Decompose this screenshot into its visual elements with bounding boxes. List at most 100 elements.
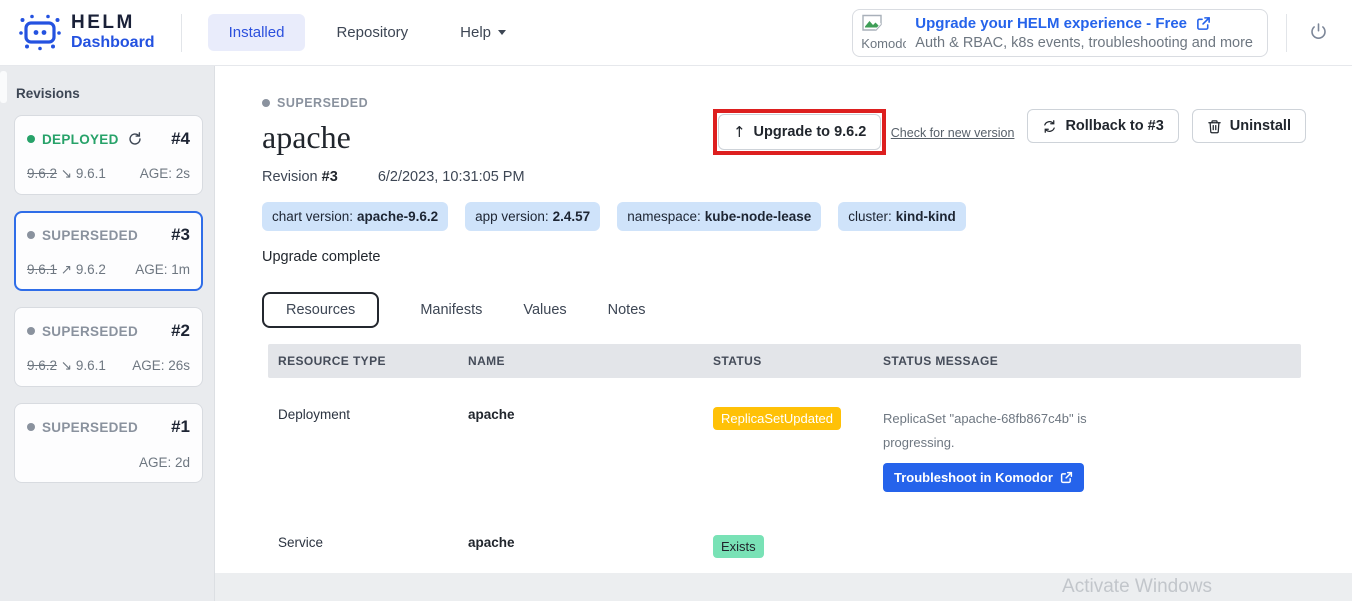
tab-manifests[interactable]: Manifests	[420, 302, 482, 318]
revision-card-3[interactable]: SUPERSEDED #3 9.6.1 ↗ 9.6.2 AGE: 1m	[14, 211, 203, 291]
version-to: 9.6.1	[76, 358, 106, 373]
resources-table: RESOURCE TYPE NAME STATUS STATUS MESSAGE…	[268, 344, 1301, 572]
main-area: SUPERSEDED apache Revision #3 6/2/2023, …	[215, 66, 1352, 601]
page-title: apache	[262, 119, 525, 156]
status-dot	[27, 135, 35, 143]
tab-notes[interactable]: Notes	[608, 302, 646, 318]
revisions-title: Revisions	[16, 86, 203, 101]
revisions-sidebar: Revisions DEPLOYED #4 9.6.2	[0, 66, 215, 601]
revision-age: AGE: 2d	[139, 455, 190, 470]
uninstall-button-label: Uninstall	[1230, 118, 1291, 134]
status-message-text: ReplicaSet "apache-68fb867c4b" is progre…	[883, 407, 1101, 455]
badge-label: app version:	[475, 209, 549, 224]
status-message-cell: ReplicaSet "apache-68fb867c4b" is progre…	[883, 407, 1301, 492]
revision-status: SUPERSEDED	[27, 324, 138, 339]
version-from: 9.6.1	[27, 262, 57, 277]
header-divider-2	[1286, 14, 1287, 52]
table-row-service: Service apache Exists	[268, 521, 1301, 572]
release-detail-panel: SUPERSEDED apache Revision #3 6/2/2023, …	[215, 66, 1352, 573]
komodor-banner[interactable]: Komodor Upgrade your HELM experience - F…	[852, 9, 1268, 57]
upgrade-button-label: Upgrade to 9.6.2	[754, 124, 867, 140]
resource-type-cell: Service	[278, 535, 468, 550]
resource-type-cell: Deployment	[278, 407, 468, 422]
revision-versions: 9.6.2 ↘ 9.6.1	[27, 166, 106, 182]
uninstall-button[interactable]: Uninstall	[1192, 109, 1306, 143]
chevron-down-icon	[498, 30, 506, 35]
check-new-version-link[interactable]: Check for new version	[891, 126, 1015, 140]
revision-versions: 9.6.1 ↗ 9.6.2	[27, 262, 106, 278]
rollback-button[interactable]: Rollback to #3	[1027, 109, 1178, 143]
resource-name-cell: apache	[468, 407, 713, 422]
badge-value: kube-node-lease	[705, 209, 812, 224]
badge-label: chart version:	[272, 209, 353, 224]
revision-status-label: SUPERSEDED	[42, 420, 138, 435]
helm-dashboard-logo[interactable]: HELM Dashboard	[18, 13, 155, 51]
badge-label: namespace:	[627, 209, 701, 224]
banner-image-alt: Komodor	[861, 36, 906, 51]
revision-label: Revision	[262, 169, 318, 185]
tab-values[interactable]: Values	[523, 302, 566, 318]
version-change-arrow-icon: ↘	[61, 358, 72, 374]
release-actions: ↑ Upgrade to 9.6.2 Check for new version	[713, 109, 1306, 155]
logo-text: HELM Dashboard	[71, 13, 155, 51]
badge-value: 2.4.57	[553, 209, 591, 224]
revision-number-value: #3	[322, 169, 338, 185]
broken-image-icon	[861, 14, 883, 31]
revision-card-1[interactable]: SUPERSEDED #1 AGE: 2d	[14, 403, 203, 483]
activate-windows-watermark: Activate Windows	[1062, 576, 1212, 598]
status-cell: Exists	[713, 535, 883, 558]
revision-card-2[interactable]: SUPERSEDED #2 9.6.2 ↘ 9.6.1 AGE: 26s	[14, 307, 203, 387]
table-header: RESOURCE TYPE NAME STATUS STATUS MESSAGE	[268, 344, 1301, 378]
release-info: SUPERSEDED apache Revision #3 6/2/2023, …	[262, 96, 525, 185]
revision-number: #1	[171, 417, 190, 437]
revision-line: Revision #3 6/2/2023, 10:31:05 PM	[262, 169, 525, 185]
revision-status-label: SUPERSEDED	[42, 228, 138, 243]
version-to: 9.6.1	[76, 166, 106, 181]
logo-title: HELM	[71, 13, 155, 34]
sidebar-scrollbar[interactable]	[0, 71, 7, 103]
app-version-badge: app version: 2.4.57	[465, 202, 600, 231]
badge-value: kind-kind	[896, 209, 956, 224]
troubleshoot-button[interactable]: Troubleshoot in Komodor	[883, 463, 1084, 492]
detail-tabs: Resources Manifests Values Notes	[262, 292, 1306, 328]
col-name: NAME	[468, 354, 713, 368]
banner-text: Upgrade your HELM experience - Free Auth…	[915, 15, 1253, 51]
redeploy-icon[interactable]	[128, 132, 142, 146]
version-from: 9.6.2	[27, 166, 57, 181]
revision-status-label: DEPLOYED	[42, 132, 119, 147]
release-status-dot	[262, 99, 270, 107]
upgrade-button[interactable]: ↑ Upgrade to 9.6.2	[718, 114, 881, 150]
status-dot	[27, 327, 35, 335]
page-body: Revisions DEPLOYED #4 9.6.2	[0, 66, 1352, 601]
revision-status: SUPERSEDED	[27, 420, 138, 435]
helm-logo-icon	[18, 13, 62, 51]
release-status: SUPERSEDED	[262, 96, 525, 110]
release-metadata: chart version:apache-9.6.2 app version:2…	[262, 202, 1306, 231]
tab-resources[interactable]: Resources	[262, 292, 379, 328]
komodor-broken-image: Komodor	[861, 14, 906, 51]
col-status: STATUS	[713, 354, 883, 368]
version-change-arrow-icon: ↗	[61, 262, 72, 278]
power-icon	[1309, 22, 1328, 41]
upgrade-action-group: ↑ Upgrade to 9.6.2 Check for new version	[713, 109, 1015, 155]
top-header: HELM Dashboard Installed Repository Help…	[0, 0, 1352, 66]
revision-card-4[interactable]: DEPLOYED #4 9.6.2 ↘ 9.6.1 AGE: 2s	[14, 115, 203, 195]
revision-age: AGE: 2s	[140, 166, 190, 182]
release-timestamp: 6/2/2023, 10:31:05 PM	[378, 169, 525, 185]
trash-icon	[1207, 119, 1222, 134]
revision-number: #4	[171, 129, 190, 149]
shutdown-button[interactable]	[1305, 18, 1332, 48]
col-resource-type: RESOURCE TYPE	[278, 354, 468, 368]
tab-help-label: Help	[460, 24, 491, 41]
rollback-button-label: Rollback to #3	[1065, 118, 1163, 134]
tab-installed[interactable]: Installed	[208, 14, 306, 51]
tab-repository[interactable]: Repository	[315, 14, 429, 51]
revision-age: AGE: 1m	[135, 262, 190, 278]
badge-label: cluster:	[848, 209, 892, 224]
status-dot	[27, 231, 35, 239]
resource-name-cell: apache	[468, 535, 713, 550]
revision-status: SUPERSEDED	[27, 228, 138, 243]
revision-age: AGE: 26s	[132, 358, 190, 374]
tab-help[interactable]: Help	[439, 14, 527, 51]
external-link-icon	[1196, 16, 1211, 31]
